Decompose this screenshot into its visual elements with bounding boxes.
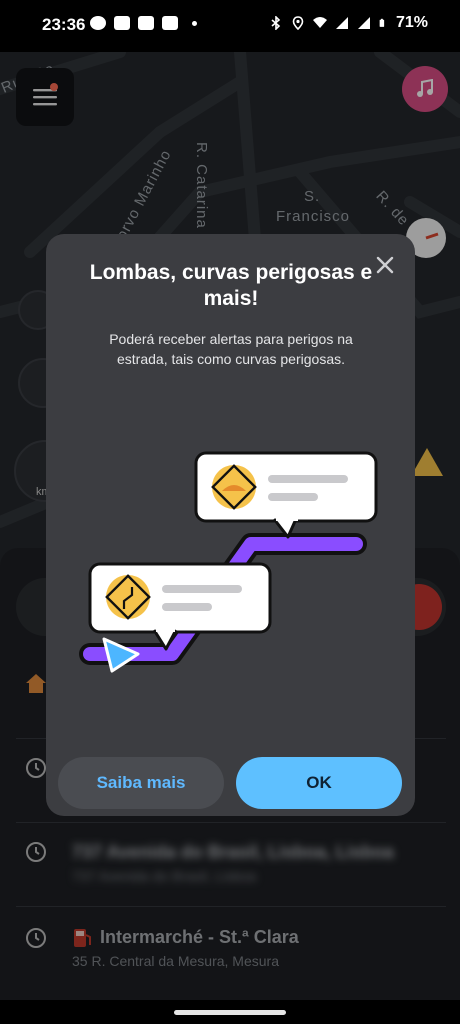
battery-percent: 71% bbox=[395, 14, 428, 31]
hazard-alerts-dialog: Lombas, curvas perigosas e mais! Poderá … bbox=[46, 234, 415, 816]
system-icons: 71% bbox=[269, 14, 428, 32]
status-time: 23:36 bbox=[42, 15, 86, 34]
home-gesture-handle[interactable] bbox=[174, 1010, 286, 1015]
dialog-title: Lombas, curvas perigosas e mais! bbox=[89, 261, 373, 310]
close-icon[interactable] bbox=[372, 252, 398, 278]
wifi-icon bbox=[312, 17, 327, 28]
more-notifications-icon bbox=[192, 20, 197, 26]
ok-button[interactable]: OK bbox=[236, 757, 402, 809]
hazard-alert-illustration bbox=[79, 451, 378, 673]
battery-icon bbox=[379, 18, 385, 27]
teams-icon bbox=[114, 16, 130, 30]
notification-icons bbox=[90, 16, 197, 30]
signal-icon bbox=[357, 17, 370, 29]
location-icon bbox=[292, 16, 304, 30]
bluetooth-icon bbox=[271, 16, 281, 30]
youtube-icon bbox=[162, 16, 178, 30]
dialog-body: Poderá receber alertas para perigos na e… bbox=[109, 331, 353, 367]
learn-more-button[interactable]: Saiba mais bbox=[58, 757, 224, 809]
signal-icon bbox=[335, 17, 348, 29]
status-bar: 23:36 71% bbox=[0, 0, 460, 52]
youtube-icon bbox=[138, 16, 154, 30]
chat-icon bbox=[90, 16, 106, 30]
